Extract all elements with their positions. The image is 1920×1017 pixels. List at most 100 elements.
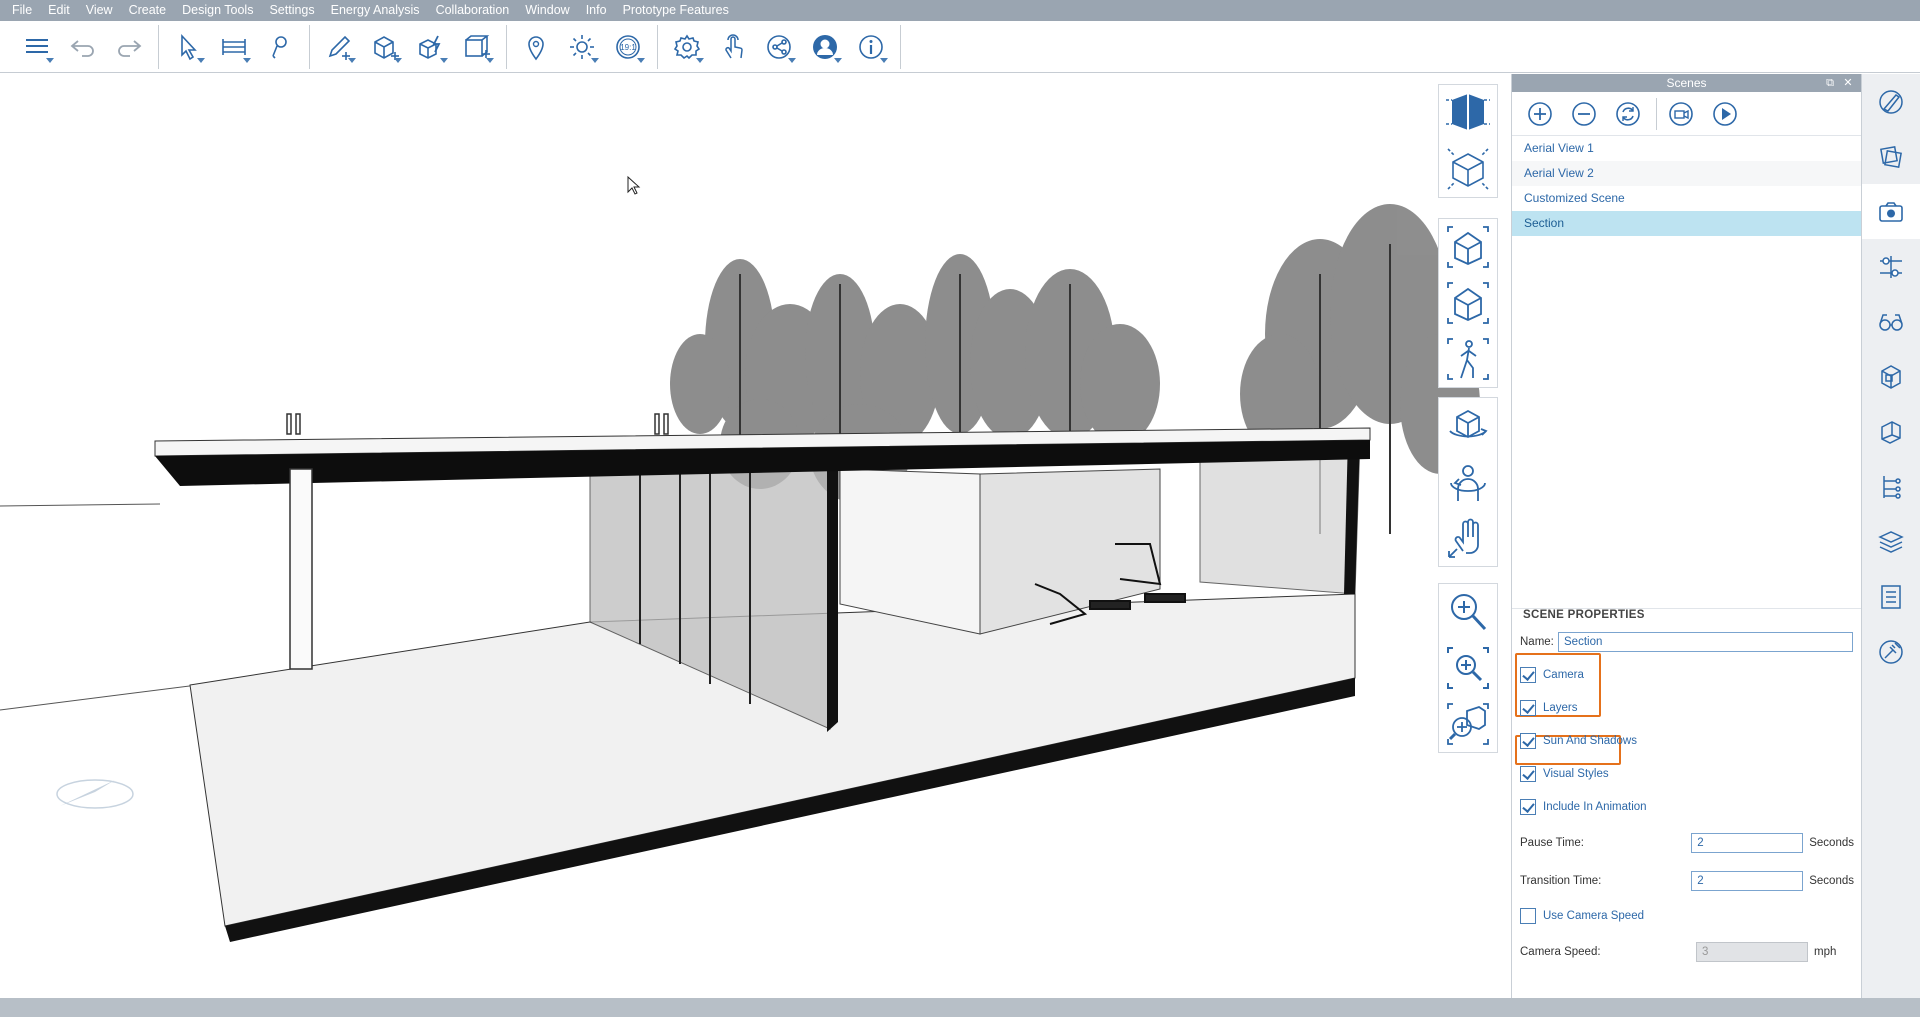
play-icon xyxy=(1713,101,1737,126)
dropdown-arrow-icon xyxy=(46,57,54,63)
menu-energy-analysis[interactable]: Energy Analysis xyxy=(323,0,428,21)
zoom-button[interactable] xyxy=(1439,584,1497,640)
modify-shape-button[interactable] xyxy=(408,27,454,67)
sketch-button[interactable] xyxy=(316,27,362,67)
look-around-button[interactable] xyxy=(1439,454,1497,510)
layers-stack-icon xyxy=(1878,530,1904,553)
document-tab[interactable] xyxy=(1862,569,1920,624)
properties-tab[interactable] xyxy=(1862,459,1920,514)
layers-checkbox[interactable] xyxy=(1520,700,1536,716)
pan-button[interactable] xyxy=(1439,510,1497,566)
settings-button[interactable] xyxy=(664,27,710,67)
list-menu-button[interactable] xyxy=(14,27,60,67)
include-animation-label: Include In Animation xyxy=(1543,801,1647,813)
menu-file[interactable]: File xyxy=(4,0,40,21)
sun-shadows-checkbox-row[interactable]: Sun And Shadows xyxy=(1520,731,1637,751)
redo-button[interactable] xyxy=(106,27,152,67)
menu-window[interactable]: Window xyxy=(517,0,577,21)
scene-item-aerial-view-1[interactable]: Aerial View 1 xyxy=(1512,136,1861,161)
play-animation-button[interactable] xyxy=(1707,96,1743,132)
record-scene-icon xyxy=(1669,101,1693,126)
share-button[interactable] xyxy=(756,27,802,67)
record-scene-button[interactable] xyxy=(1663,96,1699,132)
menu-settings[interactable]: Settings xyxy=(261,0,322,21)
walk-view-button[interactable] xyxy=(1439,331,1497,387)
menu-view[interactable]: View xyxy=(78,0,121,21)
touch-mode-button[interactable] xyxy=(710,27,756,67)
toolbar-group-history xyxy=(8,24,159,69)
ground-line xyxy=(0,503,161,507)
visual-styles-checkbox-row[interactable]: Visual Styles xyxy=(1520,764,1609,784)
perspective-view-button[interactable] xyxy=(1439,85,1497,141)
menu-create[interactable]: Create xyxy=(121,0,175,21)
model-rendering[interactable] xyxy=(0,74,1511,998)
camera-checkbox-row[interactable]: Camera xyxy=(1520,665,1584,685)
push-pull-button[interactable] xyxy=(362,27,408,67)
include-animation-checkbox[interactable] xyxy=(1520,799,1536,815)
panel-title-bar: Scenes ⧉ ✕ xyxy=(1512,74,1861,92)
scene-item-section[interactable]: Section xyxy=(1512,211,1861,236)
add-scene-button[interactable] xyxy=(1522,96,1558,132)
use-camera-speed-checkbox-row[interactable]: Use Camera Speed xyxy=(1520,906,1644,926)
view-settings-tab[interactable] xyxy=(1862,294,1920,349)
camera-icon xyxy=(1879,201,1903,222)
component-button[interactable] xyxy=(454,27,500,67)
layers-stack-tab[interactable] xyxy=(1862,514,1920,569)
layers-tab[interactable] xyxy=(1862,239,1920,294)
zoom-window-button[interactable] xyxy=(1439,640,1497,696)
use-camera-speed-checkbox[interactable] xyxy=(1520,908,1536,924)
home-view-button[interactable] xyxy=(1439,275,1497,331)
touch-hand-icon xyxy=(725,33,743,58)
remove-scene-button[interactable] xyxy=(1566,96,1602,132)
house-icon xyxy=(1447,282,1489,324)
orbit-icon xyxy=(1449,409,1488,439)
float-panel-icon[interactable]: ⧉ xyxy=(1821,74,1839,92)
aerial-view-button[interactable] xyxy=(1439,219,1497,275)
dropdown-arrow-icon xyxy=(591,57,599,63)
materials-tab[interactable] xyxy=(1862,74,1920,129)
scenes-tab[interactable] xyxy=(1862,184,1920,239)
document-list-icon xyxy=(1881,584,1901,609)
scene-item-aerial-view-2[interactable]: Aerial View 2 xyxy=(1512,161,1861,186)
undo-button[interactable] xyxy=(60,27,106,67)
zoom-extents-button[interactable] xyxy=(1439,696,1497,752)
update-scene-button[interactable] xyxy=(1610,96,1646,132)
visual-styles-checkbox[interactable] xyxy=(1520,766,1536,782)
info-button[interactable] xyxy=(848,27,894,67)
location-button[interactable] xyxy=(513,27,559,67)
paint-button[interactable] xyxy=(257,27,303,67)
look-around-icon xyxy=(1450,465,1486,501)
menu-collaboration[interactable]: Collaboration xyxy=(428,0,518,21)
styles-tab[interactable] xyxy=(1862,129,1920,184)
sun-shadows-checkbox[interactable] xyxy=(1520,733,1536,749)
panel-tabs-strip xyxy=(1861,74,1920,998)
include-animation-checkbox-row[interactable]: Include In Animation xyxy=(1520,797,1647,817)
close-icon[interactable]: ✕ xyxy=(1839,74,1857,92)
sun-button[interactable] xyxy=(559,27,605,67)
3d-viewport[interactable] xyxy=(0,74,1511,998)
sections-tab[interactable] xyxy=(1862,404,1920,459)
orbit-button[interactable] xyxy=(1439,398,1497,454)
scene-name-input[interactable] xyxy=(1558,632,1853,652)
menu-prototype-features[interactable]: Prototype Features xyxy=(615,0,737,21)
menu-design-tools[interactable]: Design Tools xyxy=(174,0,261,21)
pause-time-input[interactable] xyxy=(1691,833,1804,853)
section-plane-icon xyxy=(1881,420,1901,444)
mouse-cursor-icon xyxy=(627,175,641,195)
measure-button[interactable] xyxy=(211,27,257,67)
components-tab[interactable] xyxy=(1862,349,1920,404)
transition-time-input[interactable] xyxy=(1691,871,1804,891)
orthographic-view-button[interactable] xyxy=(1439,141,1497,197)
scale-button[interactable]: 19:1 xyxy=(605,27,651,67)
select-button[interactable] xyxy=(165,27,211,67)
menu-edit[interactable]: Edit xyxy=(40,0,78,21)
toolbar-separator xyxy=(1656,97,1657,130)
scene-item-customized-scene[interactable]: Customized Scene xyxy=(1512,186,1861,211)
toolbar-group-settings xyxy=(658,24,901,69)
account-button[interactable] xyxy=(802,27,848,67)
layers-checkbox-row[interactable]: Layers xyxy=(1520,698,1578,718)
camera-checkbox[interactable] xyxy=(1520,667,1536,683)
menu-info[interactable]: Info xyxy=(578,0,615,21)
plugins-tab[interactable] xyxy=(1862,624,1920,679)
zoom-extents-icon xyxy=(1447,703,1489,745)
